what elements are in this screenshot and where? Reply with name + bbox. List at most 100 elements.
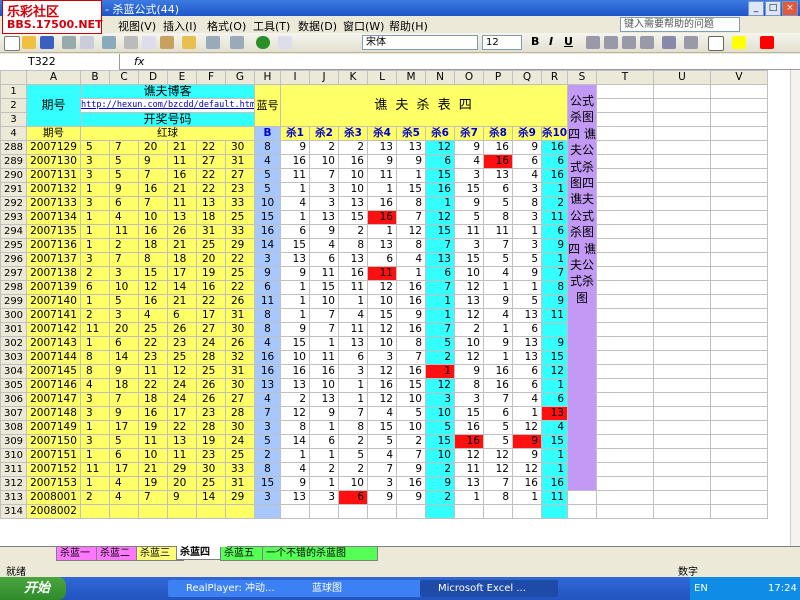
red-ball-cell[interactable]: 18 [138,392,168,407]
kill-cell[interactable]: 1 [280,210,310,225]
red-ball-cell[interactable]: 17 [196,308,226,323]
open-icon[interactable] [22,36,36,49]
kill-cell[interactable]: 4 [367,448,397,463]
kill-cell[interactable]: 1 [280,308,310,323]
kill-cell[interactable]: 5 [512,294,542,309]
red-ball-cell[interactable]: 17 [167,266,197,281]
kill-cell[interactable]: 15 [425,434,455,449]
kill-cell[interactable]: 9 [454,140,484,155]
kill-cell[interactable]: 1 [367,224,397,239]
kill-cell[interactable]: 13 [512,308,542,323]
red-ball-cell[interactable]: 28 [196,350,226,365]
red-ball-cell[interactable]: 27 [225,392,255,407]
kill-cell[interactable]: 4 [338,308,368,323]
red-ball-cell[interactable]: 28 [225,406,255,421]
red-ball-cell[interactable]: 25 [225,266,255,281]
kill-cell[interactable]: 2 [280,392,310,407]
kill-cell[interactable]: 7 [483,392,513,407]
empty-cell[interactable] [710,196,768,211]
kill-cell[interactable]: 13 [512,336,542,351]
empty-cell[interactable] [653,406,711,421]
empty-cell[interactable] [596,420,654,435]
kill-cell[interactable]: 16 [483,378,513,393]
blue-ball-cell[interactable]: 15 [254,210,281,225]
column-header[interactable]: O [454,70,484,85]
kill-header[interactable]: 杀5 [396,126,426,141]
red-ball-cell[interactable]: 12 [138,280,168,295]
red-ball-header[interactable]: 红球 [80,126,255,141]
format-painter-icon[interactable] [182,36,196,49]
kill-cell[interactable]: 6 [512,322,542,337]
empty-cell[interactable] [596,98,654,113]
period-cell[interactable]: 2007134 [26,210,81,225]
red-ball-cell[interactable]: 5 [109,294,139,309]
column-header[interactable]: B [80,70,110,85]
red-ball-cell[interactable]: 6 [109,196,139,211]
empty-cell[interactable] [710,154,768,169]
kill-cell[interactable]: 11 [454,462,484,477]
empty-cell[interactable] [596,308,654,323]
red-ball-cell[interactable] [167,504,197,519]
kill-cell[interactable]: 16 [454,434,484,449]
kill-cell[interactable]: 7 [338,406,368,421]
empty-cell[interactable] [567,504,597,519]
kill-cell[interactable]: 12 [512,462,542,477]
empty-cell[interactable] [596,490,654,505]
red-ball-cell[interactable]: 22 [196,140,226,155]
vertical-scrollbar[interactable] [790,70,800,546]
empty-cell[interactable] [710,322,768,337]
empty-cell[interactable] [710,378,768,393]
red-ball-cell[interactable]: 1 [80,182,110,197]
kill-cell[interactable]: 4 [280,462,310,477]
kill-cell[interactable]: 13 [367,238,397,253]
red-ball-cell[interactable]: 1 [80,294,110,309]
kill-cell[interactable]: 9 [280,476,310,491]
red-ball-cell[interactable]: 16 [167,168,197,183]
red-ball-cell[interactable]: 4 [138,308,168,323]
empty-cell[interactable] [710,392,768,407]
row-header[interactable]: 1 [0,84,27,99]
red-ball-cell[interactable]: 21 [138,462,168,477]
kill-cell[interactable]: 9 [396,462,426,477]
red-ball-cell[interactable]: 3 [80,168,110,183]
kill-cell[interactable]: 10 [309,154,339,169]
blue-ball-cell[interactable]: 8 [254,462,281,477]
red-ball-cell[interactable]: 14 [109,350,139,365]
column-header[interactable]: V [710,70,768,85]
empty-cell[interactable] [710,336,768,351]
column-header[interactable]: A [26,70,81,85]
empty-cell[interactable] [653,364,711,379]
empty-cell[interactable] [596,322,654,337]
kill-cell[interactable]: 5 [454,210,484,225]
bold-button[interactable]: B [531,35,539,48]
kill-cell[interactable]: 13 [454,294,484,309]
kill-header[interactable]: 杀9 [512,126,542,141]
red-ball-cell[interactable]: 1 [80,238,110,253]
column-header[interactable]: L [367,70,397,85]
row-header[interactable]: 301 [0,322,27,337]
align-left-icon[interactable] [586,36,600,49]
kill-cell[interactable]: 9 [541,336,568,351]
blue-ball-cell[interactable]: 2 [254,448,281,463]
blue-ball-cell[interactable]: 15 [254,476,281,491]
red-ball-cell[interactable]: 27 [196,154,226,169]
red-ball-cell[interactable]: 8 [80,364,110,379]
red-ball-cell[interactable]: 3 [80,392,110,407]
red-ball-cell[interactable]: 18 [196,210,226,225]
kill-cell[interactable]: 9 [396,490,426,505]
empty-cell[interactable] [710,168,768,183]
name-box[interactable]: T322 [0,54,120,70]
red-ball-cell[interactable] [80,504,110,519]
red-ball-cell[interactable]: 7 [138,196,168,211]
kill-cell[interactable]: 9 [367,490,397,505]
kill-cell[interactable] [454,504,484,519]
red-ball-cell[interactable]: 2 [109,238,139,253]
kill-cell[interactable]: 4 [367,406,397,421]
kill-cell[interactable]: 11 [309,350,339,365]
kill-cell[interactable]: 3 [512,238,542,253]
red-ball-cell[interactable]: 12 [167,364,197,379]
kill-cell[interactable]: 16 [280,154,310,169]
spell-check-icon[interactable] [102,36,116,49]
empty-cell[interactable] [653,224,711,239]
period-cell[interactable]: 2007148 [26,406,81,421]
